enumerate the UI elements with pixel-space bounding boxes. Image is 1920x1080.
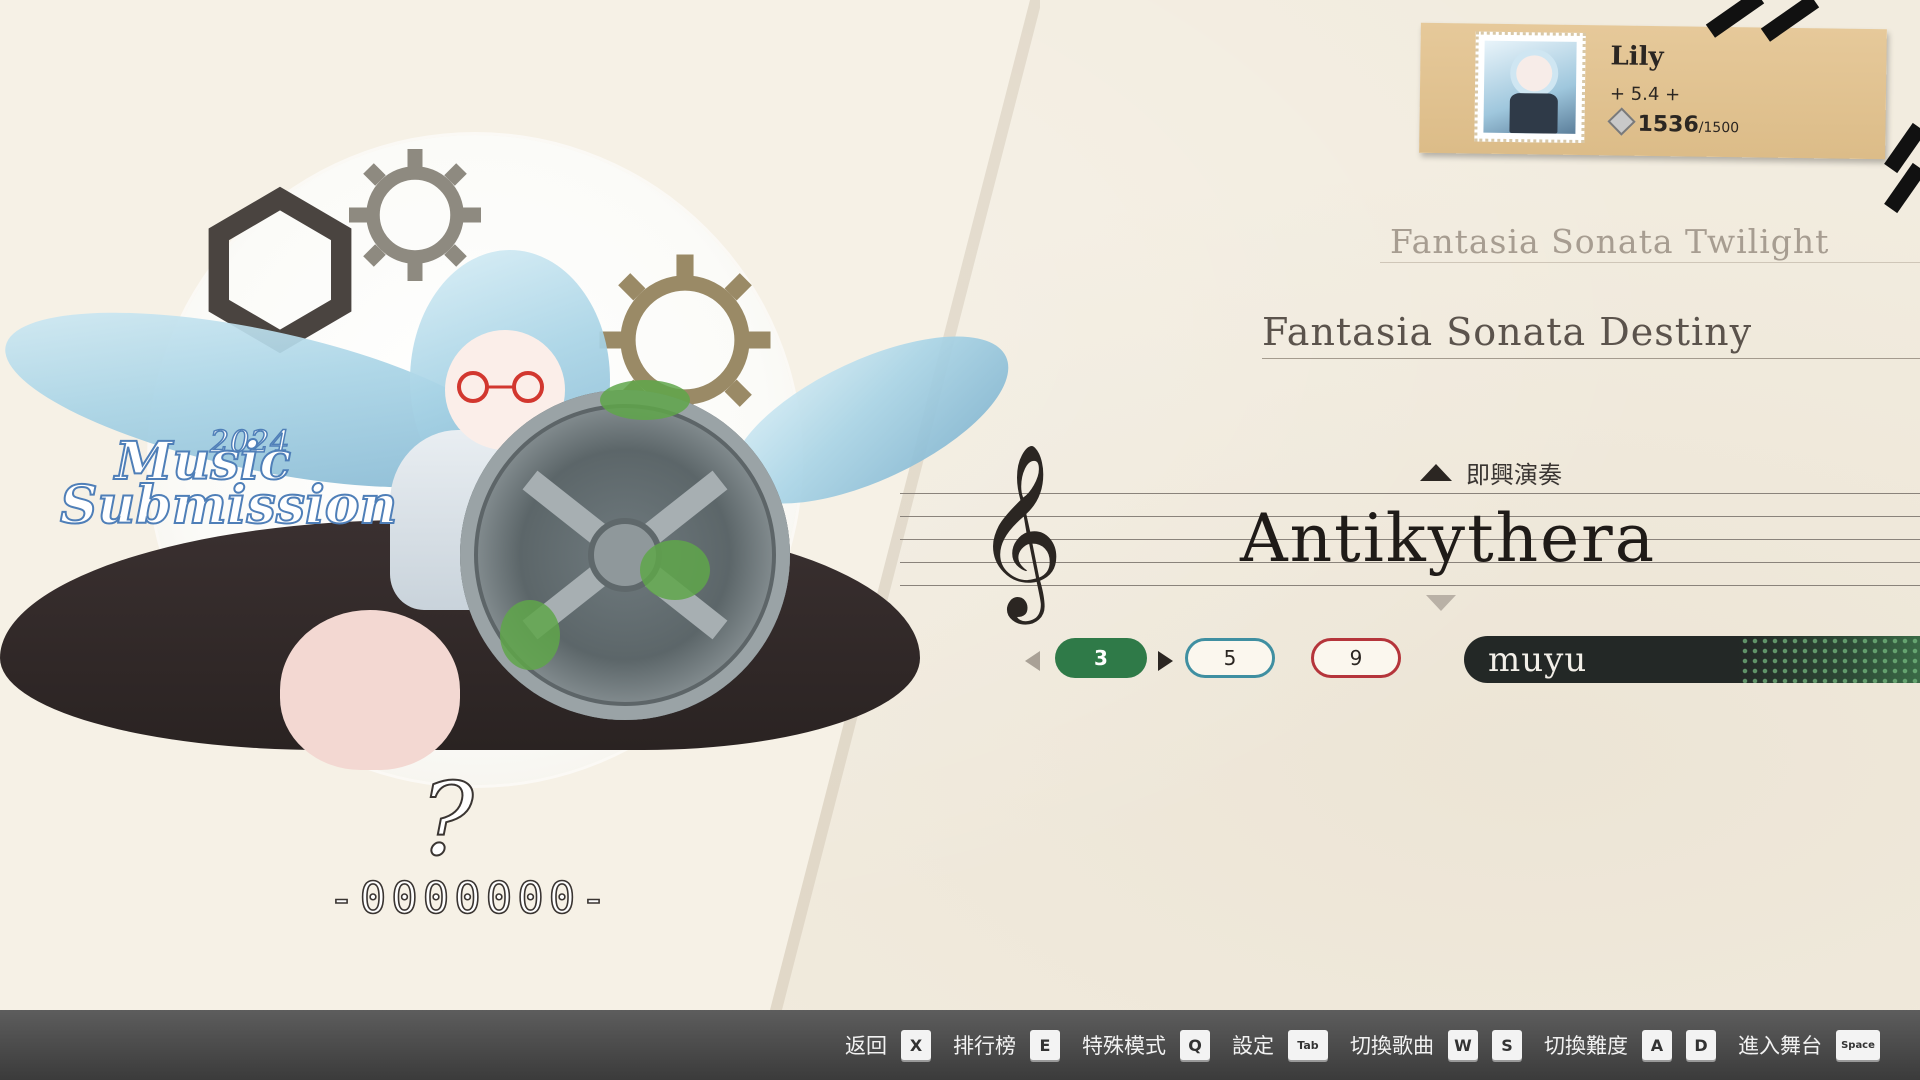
song-list-item[interactable]: Fantasia Sonata Twilight — [1390, 222, 1829, 261]
arrow-left-icon[interactable] — [1025, 651, 1040, 671]
character-legs — [280, 610, 460, 770]
dot-pattern — [1740, 636, 1920, 683]
hint-switch-difficulty[interactable]: 切換難度 A D — [1544, 1030, 1716, 1060]
gear-wheel-artwork — [460, 390, 790, 720]
key-cap: Space — [1836, 1030, 1880, 1060]
key-cap: D — [1686, 1030, 1716, 1060]
currency-max: /1500 — [1698, 119, 1740, 137]
hint-label: 排行榜 — [953, 1034, 1016, 1058]
key-cap: E — [1030, 1030, 1060, 1060]
hint-leaderboard[interactable]: 排行榜 E — [953, 1030, 1060, 1060]
hint-special-mode[interactable]: 特殊模式 Q — [1082, 1030, 1210, 1060]
key-cap: X — [901, 1030, 931, 1060]
crystal-icon — [1607, 107, 1636, 136]
key-cap: S — [1492, 1030, 1522, 1060]
key-cap: Q — [1180, 1030, 1210, 1060]
player-currency: 1536/1500 — [1607, 107, 1740, 138]
vine-decoration — [640, 540, 710, 600]
player-avatar — [1474, 31, 1586, 144]
song-list-item[interactable]: Fantasia Sonata Destiny — [1262, 310, 1752, 354]
selected-song-title[interactable]: Antikythera — [1240, 500, 1656, 577]
difficulty-hard[interactable]: 9 — [1311, 638, 1401, 678]
difficulty-normal[interactable]: 5 — [1185, 638, 1275, 678]
divider — [1380, 262, 1920, 263]
player-card[interactable]: Lily + 5.4 + 1536/1500 — [1419, 22, 1887, 160]
vine-decoration — [600, 380, 690, 420]
hint-label: 進入舞台 — [1738, 1034, 1822, 1058]
hint-switch-song[interactable]: 切換歌曲 W S — [1350, 1030, 1522, 1060]
music-submission-logo: 2024 Music Submission — [59, 424, 398, 537]
arrow-down-icon[interactable] — [1426, 595, 1456, 611]
hint-back[interactable]: 返回 X — [845, 1030, 931, 1060]
hint-label: 切換歌曲 — [1350, 1034, 1434, 1058]
difficulty-easy[interactable]: 3 — [1055, 638, 1147, 678]
key-cap: Tab — [1288, 1030, 1328, 1060]
currency-value: 1536 — [1637, 111, 1699, 138]
hint-label: 設定 — [1232, 1034, 1274, 1058]
logo-line2: Submission — [59, 474, 398, 537]
hint-label: 特殊模式 — [1082, 1034, 1166, 1058]
treble-clef-icon: 𝄞 — [975, 443, 1064, 617]
hint-label: 切換難度 — [1544, 1034, 1628, 1058]
hint-label: 返回 — [845, 1034, 887, 1058]
hint-enter-stage[interactable]: 進入舞台 Space — [1738, 1030, 1880, 1060]
player-name: Lily — [1610, 41, 1664, 73]
artist-name: muyu — [1488, 640, 1588, 680]
vine-decoration — [500, 600, 560, 670]
mode-selector[interactable]: 即興演奏 — [1420, 455, 1562, 491]
rank-mark: ? — [419, 761, 475, 878]
player-rating: + 5.4 + — [1609, 83, 1681, 106]
key-cap: A — [1642, 1030, 1672, 1060]
arrow-up-icon[interactable] — [1420, 464, 1452, 481]
divider — [1262, 358, 1920, 359]
mode-label: 即興演奏 — [1466, 461, 1562, 489]
arrow-right-icon[interactable] — [1158, 651, 1173, 671]
artist-bar: muyu — [1464, 636, 1920, 683]
best-score: -0000000- — [327, 872, 612, 925]
control-hints-bar: 返回 X 排行榜 E 特殊模式 Q 設定 Tab 切換歌曲 W S 切換難度 A… — [0, 1010, 1920, 1080]
key-cap: W — [1448, 1030, 1478, 1060]
hint-settings[interactable]: 設定 Tab — [1232, 1030, 1328, 1060]
